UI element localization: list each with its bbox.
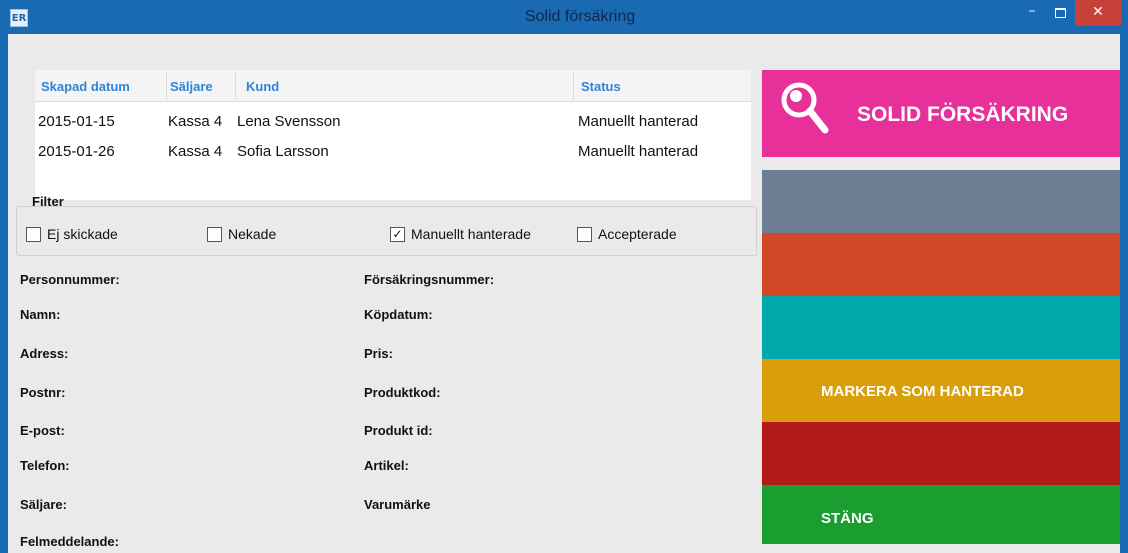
checkbox-box[interactable] bbox=[207, 226, 222, 242]
close-app-label: STÄNG bbox=[821, 510, 874, 527]
column-separator[interactable] bbox=[166, 72, 167, 100]
tile-button-orange[interactable] bbox=[762, 233, 1120, 296]
column-header-status[interactable]: Status bbox=[581, 79, 621, 94]
checkbox-box[interactable] bbox=[577, 226, 592, 242]
cell-date: 2015-01-26 bbox=[38, 143, 115, 160]
label-adress: Adress: bbox=[20, 346, 69, 361]
filter-checkbox-nekade[interactable]: Nekade bbox=[207, 225, 276, 243]
label-pris: Pris: bbox=[364, 346, 393, 361]
cell-customer: Sofia Larsson bbox=[237, 143, 329, 160]
tile-button-teal[interactable] bbox=[762, 296, 1120, 359]
maximize-button[interactable] bbox=[1046, 0, 1074, 26]
filter-checkbox-ej-skickade[interactable]: Ej skickade bbox=[26, 225, 118, 243]
tile-button-red[interactable] bbox=[762, 422, 1120, 485]
brand-header: SOLID FÖRSÄKRING bbox=[762, 70, 1120, 157]
label-namn: Namn: bbox=[20, 307, 61, 322]
label-felmeddelande: Felmeddelande: bbox=[20, 534, 119, 549]
cell-date: 2015-01-15 bbox=[38, 113, 115, 130]
cell-customer: Lena Svensson bbox=[237, 113, 341, 130]
brand-title: SOLID FÖRSÄKRING bbox=[857, 103, 1069, 126]
checkbox-box[interactable] bbox=[26, 226, 41, 242]
cell-seller: Kassa 4 bbox=[168, 143, 223, 160]
label-kopdatum: Köpdatum: bbox=[364, 307, 433, 322]
cell-status: Manuellt hanterad bbox=[578, 113, 699, 130]
window-title: Solid försäkring bbox=[524, 8, 636, 25]
tile-button-gray[interactable] bbox=[762, 170, 1120, 233]
label-telefon: Telefon: bbox=[20, 458, 70, 473]
label-varumarke: Varumärke bbox=[364, 497, 431, 512]
column-separator[interactable] bbox=[573, 72, 574, 100]
filter-checkbox-accepterade[interactable]: Accepterade bbox=[577, 225, 677, 243]
label-personnummer: Personnummer: bbox=[20, 272, 120, 287]
table-row[interactable]: 2015-01-26 Kassa 4 Sofia Larsson Manuell… bbox=[35, 141, 751, 163]
orders-table[interactable]: Skapad datum Säljare Kund Status 2015-01… bbox=[35, 70, 751, 200]
mark-as-handled-button[interactable]: MARKERA SOM HANTERAD bbox=[762, 359, 1120, 422]
checkbox-label: Manuellt hanterade bbox=[411, 226, 531, 242]
close-button[interactable]: ✕ bbox=[1075, 0, 1121, 26]
checkmark-icon[interactable]: ✓ bbox=[390, 226, 405, 242]
filter-checkbox-manuellt-hanterade[interactable]: ✓ Manuellt hanterade bbox=[390, 225, 531, 243]
label-postnr: Postnr: bbox=[20, 385, 66, 400]
column-header-customer[interactable]: Kund bbox=[246, 79, 279, 94]
filter-title: Filter bbox=[32, 194, 64, 209]
label-saljare: Säljare: bbox=[20, 497, 67, 512]
checkbox-label: Ej skickade bbox=[47, 226, 118, 242]
minimize-button[interactable]: – bbox=[1018, 0, 1046, 26]
close-app-button[interactable]: STÄNG bbox=[762, 485, 1120, 544]
checkbox-label: Nekade bbox=[228, 226, 277, 242]
magnifier-icon bbox=[781, 82, 829, 134]
column-header-date[interactable]: Skapad datum bbox=[41, 79, 130, 94]
cell-seller: Kassa 4 bbox=[168, 113, 223, 130]
label-epost: E-post: bbox=[20, 423, 65, 438]
maximize-icon bbox=[1054, 8, 1066, 18]
label-artikel: Artikel: bbox=[364, 458, 409, 473]
label-forsakringsnummer: Försäkringsnummer: bbox=[364, 272, 495, 287]
label-produktkod: Produktkod: bbox=[364, 385, 441, 400]
checkbox-label: Accepterade bbox=[598, 226, 677, 242]
title-bar[interactable]: ER Solid försäkring – ✕ bbox=[0, 0, 1128, 34]
table-row[interactable]: 2015-01-15 Kassa 4 Lena Svensson Manuell… bbox=[35, 111, 751, 133]
table-header: Skapad datum Säljare Kund Status bbox=[35, 70, 751, 102]
mark-as-handled-label: MARKERA SOM HANTERAD bbox=[821, 383, 1024, 400]
column-separator[interactable] bbox=[235, 72, 236, 100]
cell-status: Manuellt hanterad bbox=[578, 143, 699, 160]
label-produkt-id: Produkt id: bbox=[364, 423, 433, 438]
column-header-seller[interactable]: Säljare bbox=[170, 79, 213, 94]
